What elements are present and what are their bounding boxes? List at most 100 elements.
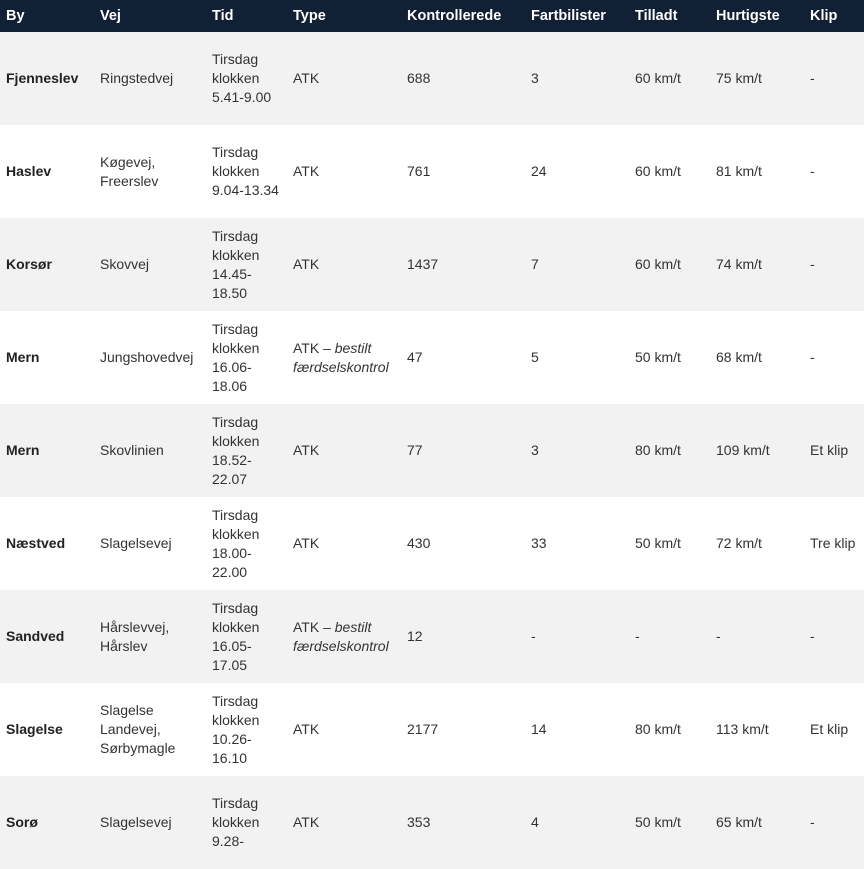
cell-tilladt: 50 km/t [635,814,681,830]
cell-hurtigste: - [716,628,721,644]
cell-fartbilister: 4 [531,814,539,830]
cell-tid: Tirsdag klokken 18.00-22.00 [212,506,260,580]
table-row: Slagelse Slagelse Landevej, Sørbymagle Tir… [0,683,864,776]
cell-type: ATK [287,125,401,218]
cell-type: ATK [287,776,401,869]
table-row: Sandved Hårslevvej, Hårslev Tirsdag klokke… [0,590,864,683]
cell-klip: - [810,628,815,644]
cell-by: Sorø [6,814,38,830]
cell-fartbilister: 3 [531,70,539,86]
cell-hurtigste: 81 km/t [716,163,762,179]
cell-hurtigste: 109 km/t [716,442,770,458]
cell-by: Sandved [6,628,65,644]
type-label: ATK [293,535,320,551]
cell-vej: Ringstedvej [100,70,174,86]
cell-tilladt: 50 km/t [635,535,681,551]
cell-tid: Tirsdag klokken 18.52-22.07 [212,413,260,487]
cell-type: ATK – bestilt færdselskontrol [287,590,401,683]
cell-vej: Skovvej [100,256,150,272]
cell-fartbilister: - [531,628,536,644]
cell-vej: Slagelse Landevej, Sørbymagle [100,702,176,756]
cell-type: ATK [287,404,401,497]
column-header-by: By [6,8,25,24]
cell-hurtigste: 68 km/t [716,349,762,365]
cell-by: Fjenneslev [6,70,79,86]
cell-by: Korsør [6,256,52,272]
cell-klip: - [810,349,815,365]
cell-fartbilister: 3 [531,442,539,458]
column-header-tid: Tid [212,8,234,24]
cell-tid: Tirsdag klokken 14.45-18.50 [212,227,260,301]
cell-tilladt: 60 km/t [635,70,681,86]
cell-tid: Tirsdag klokken 16.06-18.06 [212,320,260,394]
type-label: ATK [293,256,320,272]
table-header: By Vej Tid Type Kontrollerede Fartbilister Til… [0,0,864,32]
cell-type: ATK [287,497,401,590]
table-row: Fjenneslev Ringstedvej Tirsdag klokken 5.4… [0,32,864,125]
table-row: Korsør Skovvej Tirsdag klokken 14.45-18.50… [0,218,864,311]
cell-tid: Tirsdag klokken 9.28- [212,795,260,849]
cell-tid: Tirsdag klokken 5.41-9.00 [212,51,272,105]
cell-tilladt: 60 km/t [635,163,681,179]
cell-tilladt: 80 km/t [635,721,681,737]
cell-by: Haslev [6,163,52,179]
cell-kontrollerede: 430 [407,535,431,551]
cell-fartbilister: 7 [531,256,539,272]
cell-klip: Et klip [810,721,849,737]
column-header-vej: Vej [100,8,121,24]
cell-fartbilister: 5 [531,349,539,365]
cell-vej: Køgevej, Freerslev [100,153,159,189]
column-header-hurtigste: Hurtigste [716,8,780,24]
cell-tilladt: 50 km/t [635,349,681,365]
cell-type: ATK – bestilt færdselskontrol [287,311,401,404]
cell-kontrollerede: 353 [407,814,431,830]
speed-control-table: By Vej Tid Type Kontrollerede Fartbilister Til… [0,0,864,869]
type-label: ATK [293,70,320,86]
cell-hurtigste: 74 km/t [716,256,762,272]
column-header-type: Type [293,8,326,24]
cell-by: Slagelse [6,721,63,737]
cell-klip: - [810,814,815,830]
column-header-klip: Klip [810,8,838,24]
type-label: ATK – [293,339,335,356]
type-label: ATK [293,163,320,179]
cell-kontrollerede: 12 [407,628,423,644]
cell-kontrollerede: 47 [407,349,423,365]
table-row: Mern Skovlinien Tirsdag klokken 18.52-22.0… [0,404,864,497]
cell-hurtigste: 113 km/t [716,721,769,737]
cell-klip: - [810,70,815,86]
cell-type: ATK [287,32,401,125]
cell-type: ATK [287,218,401,311]
table-body: Fjenneslev Ringstedvej Tirsdag klokken 5.4… [0,32,864,869]
cell-tid: Tirsdag klokken 16.05-17.05 [212,599,260,673]
column-header-kontrollerede: Kontrollerede [407,8,502,24]
table-row: Haslev Køgevej, Freerslev Tirsdag klokken … [0,125,864,218]
type-label: ATK [293,442,320,458]
cell-vej: Slagelsevej [100,814,172,830]
cell-type: ATK [287,683,401,776]
type-label: ATK [293,721,320,737]
cell-by: Mern [6,442,40,458]
column-header-tilladt: Tilladt [635,8,678,24]
table-row: Mern Jungshovedvej Tirsdag klokken 16.06-1… [0,311,864,404]
column-header-fartbilister: Fartbilister [531,8,606,24]
cell-hurtigste: 72 km/t [716,535,762,551]
type-label: ATK [293,814,320,830]
cell-fartbilister: 24 [531,163,547,179]
cell-klip: Tre klip [810,535,856,551]
cell-vej: Slagelsevej [100,535,172,551]
cell-kontrollerede: 688 [407,70,431,86]
cell-kontrollerede: 761 [407,163,431,179]
cell-fartbilister: 14 [531,721,547,737]
cell-tid: Tirsdag klokken 9.04-13.34 [212,144,279,198]
cell-tilladt: - [635,628,640,644]
cell-vej: Jungshovedvej [100,349,194,365]
cell-by: Mern [6,349,40,365]
cell-fartbilister: 33 [531,535,547,551]
cell-hurtigste: 75 km/t [716,70,762,86]
cell-klip: Et klip [810,442,849,458]
cell-klip: - [810,256,815,272]
cell-tid: Tirsdag klokken 10.26-16.10 [212,692,260,766]
table-row: Sorø Slagelsevej Tirsdag klokken 9.28- ATK 3… [0,776,864,869]
cell-hurtigste: 65 km/t [716,814,762,830]
